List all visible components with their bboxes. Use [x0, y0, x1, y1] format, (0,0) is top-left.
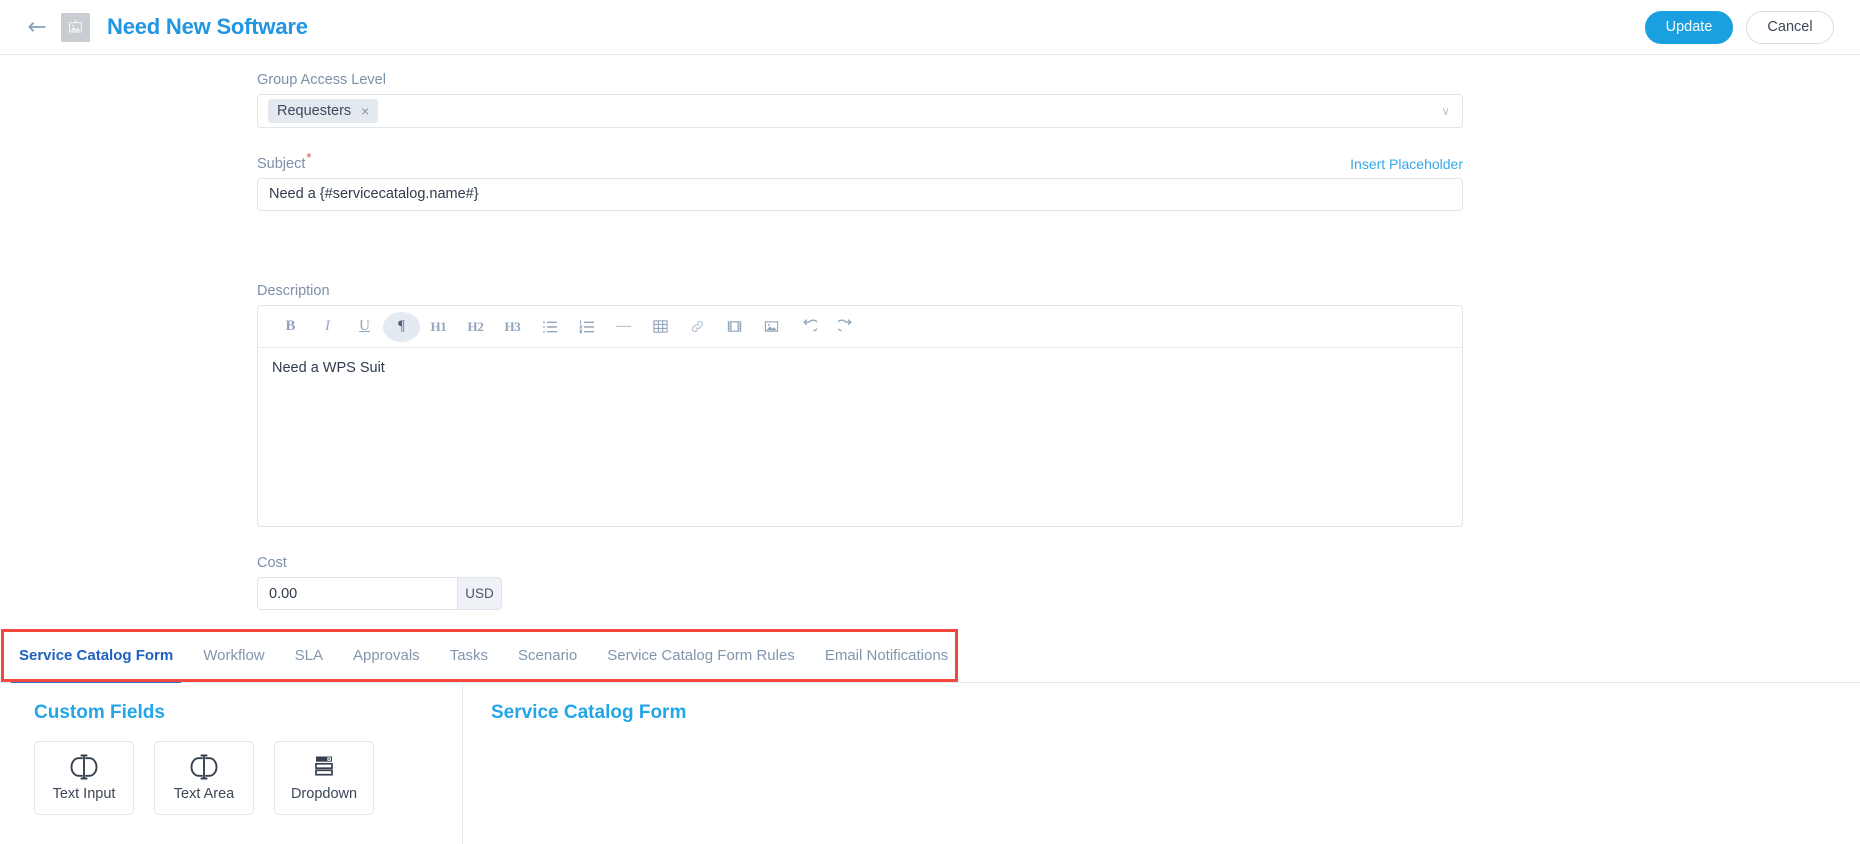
tab-tasks[interactable]: Tasks: [435, 628, 503, 683]
tab-service-catalog-form-rules[interactable]: Service Catalog Form Rules: [592, 628, 810, 683]
custom-fields-grid: Text Input Text Area Dropdown: [34, 741, 462, 815]
cost-field: Cost 0.00 USD: [257, 555, 502, 610]
custom-field-label: Text Input: [52, 786, 116, 802]
heading-3-icon[interactable]: H3: [494, 312, 531, 342]
tab-scenario[interactable]: Scenario: [503, 628, 592, 683]
video-icon[interactable]: [716, 312, 753, 342]
bold-icon[interactable]: B: [272, 312, 309, 342]
custom-field-card-text-area[interactable]: Text Area: [154, 741, 254, 815]
editor-toolbar: B I U ¶ H1 H2 H3 —: [258, 306, 1462, 348]
bottom-section: Custom Fields Text Input Text Area Dropd…: [0, 684, 1860, 844]
required-marker: *: [306, 150, 312, 165]
subject-header-row: Subject* Insert Placeholder: [257, 150, 1463, 178]
undo-icon[interactable]: [790, 312, 827, 342]
paragraph-icon[interactable]: ¶: [383, 311, 420, 342]
tab-bar: Service Catalog Form Workflow SLA Approv…: [0, 628, 1860, 683]
tab-email-notifications[interactable]: Email Notifications: [810, 628, 963, 683]
custom-field-label: Dropdown: [290, 786, 358, 802]
cancel-button[interactable]: Cancel: [1746, 10, 1834, 44]
numbered-list-icon[interactable]: [568, 312, 605, 342]
custom-field-card-dropdown[interactable]: Dropdown: [274, 741, 374, 815]
close-icon[interactable]: ×: [361, 104, 369, 118]
tab-sla[interactable]: SLA: [280, 628, 338, 683]
chevron-down-icon[interactable]: ∨: [1441, 105, 1450, 117]
description-field: Description B I U ¶ H1 H2 H3 — Need a WP…: [257, 283, 1463, 527]
description-text[interactable]: Need a WPS Suit: [258, 348, 1462, 526]
service-catalog-form-canvas[interactable]: [491, 741, 1860, 841]
tab-workflow[interactable]: Workflow: [188, 628, 279, 683]
subject-field: Subject* Insert Placeholder Need a {#ser…: [257, 150, 1463, 211]
custom-field-label: Text Area: [173, 786, 235, 802]
cost-input-group: 0.00 USD: [257, 577, 502, 610]
cost-input[interactable]: 0.00: [257, 577, 457, 610]
custom-fields-panel: Custom Fields Text Input Text Area Dropd…: [0, 684, 462, 844]
dropdown-icon: [309, 754, 339, 780]
group-chip-label: Requesters: [277, 103, 352, 119]
horizontal-rule-icon[interactable]: —: [605, 312, 642, 342]
app-root: ← Need New Software Update Cancel Group …: [0, 0, 1860, 844]
custom-fields-title: Custom Fields: [34, 702, 165, 723]
tab-approvals[interactable]: Approvals: [338, 628, 435, 683]
tab-service-catalog-form[interactable]: Service Catalog Form: [4, 628, 188, 683]
link-icon[interactable]: [679, 312, 716, 342]
description-editor: B I U ¶ H1 H2 H3 — Need a WPS Suit: [257, 305, 1463, 527]
table-icon[interactable]: [642, 312, 679, 342]
group-chip-requesters[interactable]: Requesters ×: [268, 99, 379, 123]
top-bar: ← Need New Software Update Cancel: [0, 0, 1860, 55]
image-placeholder-icon: [61, 12, 90, 42]
text-input-icon: [69, 754, 99, 780]
tab-list: Service Catalog Form Workflow SLA Approv…: [0, 628, 1860, 683]
top-bar-actions: Update Cancel: [1645, 10, 1834, 44]
custom-field-card-text-input[interactable]: Text Input: [34, 741, 134, 815]
cost-label: Cost: [257, 555, 287, 571]
underline-icon[interactable]: U: [346, 312, 383, 342]
heading-2-icon[interactable]: H2: [457, 312, 494, 342]
back-arrow-icon[interactable]: ←: [22, 12, 52, 42]
group-access-level-select[interactable]: Requesters × ∨: [257, 94, 1463, 128]
insert-placeholder-link[interactable]: Insert Placeholder: [1350, 156, 1463, 172]
redo-icon[interactable]: [827, 312, 864, 342]
update-button[interactable]: Update: [1645, 10, 1733, 44]
description-label: Description: [257, 283, 330, 299]
group-access-level-label: Group Access Level: [257, 72, 386, 88]
heading-1-icon[interactable]: H1: [420, 312, 457, 342]
image-icon[interactable]: [753, 312, 790, 342]
italic-icon[interactable]: I: [309, 312, 346, 342]
bulleted-list-icon[interactable]: [531, 312, 568, 342]
group-access-level-field: Group Access Level Requesters × ∨: [257, 72, 1463, 128]
text-area-icon: [189, 754, 219, 780]
currency-addon: USD: [457, 577, 502, 610]
page-title: Need New Software: [107, 14, 308, 39]
subject-input[interactable]: Need a {#servicecatalog.name#}: [257, 177, 1463, 211]
subject-label: Subject*: [257, 150, 312, 172]
service-catalog-form-title: Service Catalog Form: [491, 702, 687, 723]
service-catalog-form-panel: Service Catalog Form: [462, 684, 1860, 844]
